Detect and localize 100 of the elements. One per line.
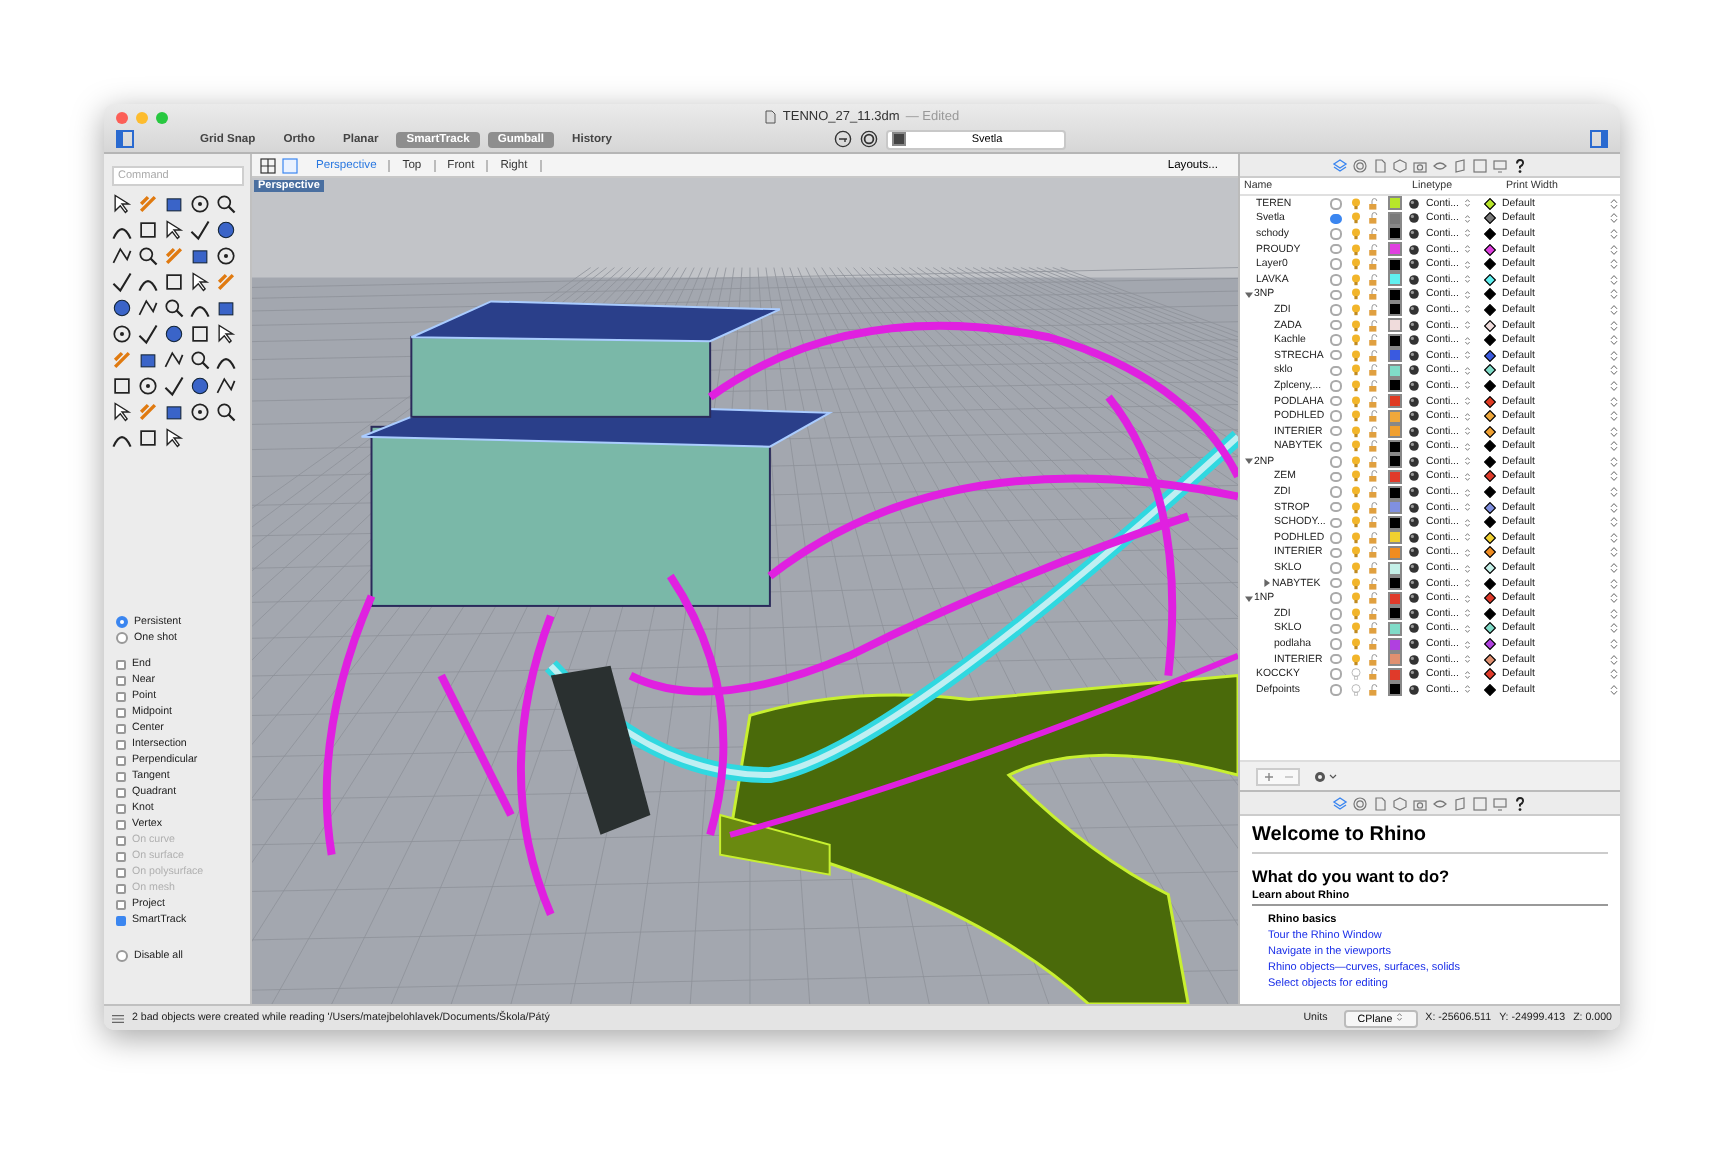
lightbulb-icon[interactable] <box>1350 197 1362 210</box>
lightbulb-icon[interactable] <box>1350 592 1362 605</box>
lock-icon[interactable] <box>1368 273 1380 286</box>
lock-icon[interactable] <box>1368 425 1380 438</box>
tool-icon[interactable] <box>110 374 134 398</box>
tool-icon[interactable] <box>188 192 212 216</box>
lightbulb-icon[interactable] <box>1350 334 1362 347</box>
stepper-icon[interactable] <box>1608 243 1620 256</box>
tool-icon[interactable] <box>214 192 238 216</box>
stepper-icon[interactable] <box>1608 470 1620 483</box>
stepper-icon[interactable] <box>1608 212 1620 225</box>
lightbulb-icon[interactable] <box>1350 425 1362 438</box>
lock-icon[interactable] <box>1368 516 1380 529</box>
lightbulb-icon[interactable] <box>1350 273 1362 286</box>
lightbulb-icon[interactable] <box>1350 349 1362 362</box>
lock-icon[interactable] <box>1368 638 1380 651</box>
zoom-button[interactable] <box>156 112 168 124</box>
lightbulb-icon[interactable] <box>1350 379 1362 392</box>
stepper-icon[interactable] <box>1464 426 1472 437</box>
layer-color-swatch[interactable] <box>1388 637 1402 652</box>
stepper-icon[interactable] <box>1608 258 1620 271</box>
lightbulb-icon[interactable] <box>1350 288 1362 301</box>
current-layer-radio[interactable] <box>1330 638 1341 650</box>
lightbulb-icon[interactable] <box>1350 501 1362 514</box>
stepper-icon[interactable] <box>1608 683 1620 696</box>
tool-icon[interactable] <box>188 348 212 372</box>
current-layer-radio[interactable] <box>1330 425 1341 437</box>
lock-icon[interactable] <box>1368 212 1380 225</box>
current-layer-radio[interactable] <box>1330 395 1341 407</box>
lock-icon[interactable] <box>1368 653 1380 666</box>
current-layer-radio[interactable] <box>1330 380 1341 392</box>
stepper-icon[interactable] <box>1608 364 1620 377</box>
layer-color-swatch[interactable] <box>1388 211 1402 226</box>
layer-color-swatch[interactable] <box>1388 287 1402 302</box>
stepper-icon[interactable] <box>1608 379 1620 392</box>
stepper-icon[interactable] <box>1464 304 1472 315</box>
current-layer-radio[interactable] <box>1330 623 1341 635</box>
tool-icon[interactable] <box>214 296 238 320</box>
snap-mode-radio[interactable] <box>116 616 128 628</box>
layer-color-swatch[interactable] <box>1388 576 1402 591</box>
lock-icon[interactable] <box>1368 577 1380 590</box>
close-button[interactable] <box>116 112 128 124</box>
panel-tab-icon[interactable] <box>1332 157 1348 173</box>
lock-icon[interactable] <box>1368 410 1380 423</box>
lock-icon[interactable] <box>1368 334 1380 347</box>
current-layer-radio[interactable] <box>1330 441 1341 453</box>
stepper-icon[interactable] <box>1608 227 1620 240</box>
current-layer-radio[interactable] <box>1330 592 1341 604</box>
stepper-icon[interactable] <box>1608 653 1620 666</box>
current-layer-radio[interactable] <box>1330 274 1341 286</box>
lock-icon[interactable] <box>1368 303 1380 316</box>
stepper-icon[interactable] <box>1464 578 1472 589</box>
tool-icon[interactable] <box>136 218 160 242</box>
stepper-icon[interactable] <box>1464 274 1472 285</box>
lock-icon[interactable] <box>1368 197 1380 210</box>
tool-icon[interactable] <box>188 244 212 268</box>
osnap-checkbox[interactable] <box>116 803 126 813</box>
stepper-icon[interactable] <box>1464 380 1472 391</box>
osnap-checkbox[interactable] <box>116 707 126 717</box>
tool-icon[interactable] <box>162 270 186 294</box>
tool-icon[interactable] <box>162 192 186 216</box>
stepper-icon[interactable] <box>1608 592 1620 605</box>
lock-icon[interactable] <box>1368 470 1380 483</box>
current-layer-radio[interactable] <box>1330 243 1341 255</box>
plus-icon[interactable] <box>1263 771 1273 781</box>
lock-icon[interactable] <box>1368 288 1380 301</box>
stepper-icon[interactable] <box>1608 486 1620 499</box>
lightbulb-icon[interactable] <box>1350 516 1362 529</box>
tool-icon[interactable] <box>110 192 134 216</box>
stepper-icon[interactable] <box>1608 607 1620 620</box>
help-icon[interactable] <box>1512 157 1528 173</box>
lightbulb-icon[interactable] <box>1350 470 1362 483</box>
lightbulb-icon[interactable] <box>1350 212 1362 225</box>
lock-icon[interactable] <box>1368 607 1380 620</box>
lock-icon[interactable] <box>1368 364 1380 377</box>
layer-color-swatch[interactable] <box>1388 196 1402 211</box>
lock-icon[interactable] <box>1368 379 1380 392</box>
lock-icon[interactable] <box>1368 501 1380 514</box>
lock-icon[interactable] <box>1368 546 1380 559</box>
current-layer-radio[interactable] <box>1330 532 1341 544</box>
key-icon[interactable] <box>834 130 852 148</box>
stepper-icon[interactable] <box>1608 577 1620 590</box>
current-layer-radio[interactable] <box>1330 334 1341 346</box>
tool-icon[interactable] <box>188 322 212 346</box>
stepper-icon[interactable] <box>1608 303 1620 316</box>
tool-icon[interactable] <box>214 374 238 398</box>
tool-icon[interactable] <box>214 322 238 346</box>
lightbulb-icon[interactable] <box>1350 227 1362 240</box>
lightbulb-icon[interactable] <box>1350 622 1362 635</box>
current-layer-radio[interactable] <box>1330 365 1341 377</box>
layer-color-swatch[interactable] <box>1388 530 1402 545</box>
layer-color-swatch[interactable] <box>1388 302 1402 317</box>
lock-icon[interactable] <box>1368 562 1380 575</box>
sidebar-toggle-icon[interactable] <box>1590 130 1608 148</box>
tool-icon[interactable] <box>136 426 160 450</box>
tool-icon[interactable] <box>214 218 238 242</box>
lightbulb-icon[interactable] <box>1350 440 1362 453</box>
stepper-icon[interactable] <box>1608 197 1620 210</box>
disable-all-checkbox[interactable] <box>116 950 128 962</box>
lightbulb-icon[interactable] <box>1350 303 1362 316</box>
